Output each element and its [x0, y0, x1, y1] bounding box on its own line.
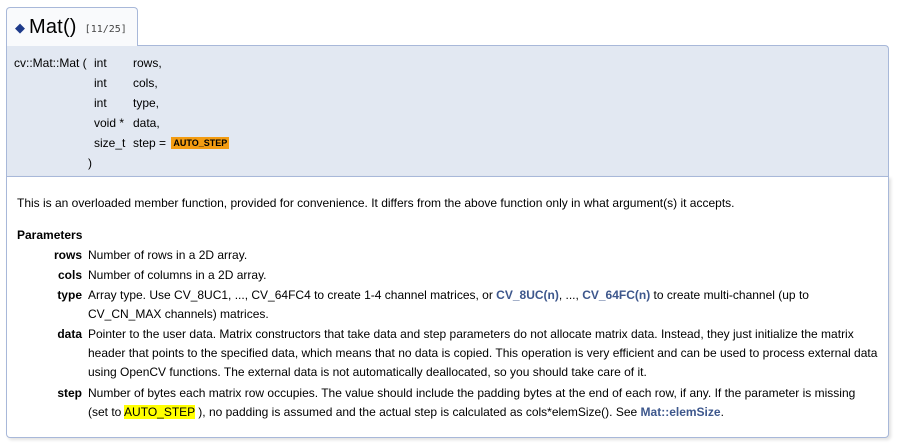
parameters-heading: Parameters — [17, 228, 83, 242]
param-type: size_t — [94, 136, 126, 150]
param-label: cols — [57, 268, 82, 282]
param-name: data, — [133, 116, 160, 130]
close-paren: ) — [88, 156, 92, 170]
overload-counter: [11/25] — [84, 23, 127, 35]
param-type: void * — [94, 116, 125, 130]
auto-step-link[interactable]: AUTO_STEP — [171, 137, 230, 149]
overload-note: This is an overloaded member function, p… — [17, 196, 735, 210]
cv-64fc-link[interactable]: CV_64FC(n) — [582, 288, 650, 302]
desc-text: ), no padding is assumed and the actual … — [194, 405, 641, 419]
param-description: Number of rows in a 2D array. — [88, 248, 248, 262]
function-name: cv::Mat::Mat ( — [14, 56, 87, 70]
desc-text: Array type. Use CV_8UC1, ..., CV_64FC4 t… — [88, 288, 497, 302]
param-type: int — [94, 96, 107, 110]
member-title: Mat() — [29, 15, 77, 38]
param-name: rows, — [133, 56, 162, 70]
param-description: Number of columns in a 2D array. — [88, 268, 267, 282]
member-heading-tab: ◆ Mat() [11/25] — [6, 7, 138, 46]
prototype-row-cols: int cols, — [7, 73, 888, 93]
member-documentation: This is an overloaded member function, p… — [6, 176, 889, 438]
prototype-row-data: void * data, — [7, 113, 888, 133]
prototype-row-step: size_t step = AUTO_STEP — [7, 133, 888, 153]
param-name: cols, — [133, 76, 158, 90]
param-type: int — [94, 56, 107, 70]
param-description: Pointer to the user data. Matrix constru… — [88, 327, 878, 379]
elemsize-link[interactable]: Mat::elemSize — [641, 405, 721, 419]
function-prototype: cv::Mat::Mat ( int rows, int cols, int t… — [6, 45, 889, 177]
prototype-row-close: ) — [7, 153, 888, 173]
param-description: Number of bytes each matrix row occupies… — [88, 384, 878, 422]
prototype-row-rows: cv::Mat::Mat ( int rows, — [7, 53, 888, 73]
param-label: rows — [53, 248, 82, 262]
param-name-text: step = — [133, 136, 170, 150]
diamond-icon: ◆ — [15, 19, 25, 35]
param-type: int — [94, 76, 107, 90]
auto-step-highlight: AUTO_STEP — [124, 405, 195, 419]
param-label: step — [57, 386, 82, 400]
param-label: data — [57, 327, 82, 341]
desc-text: , ..., — [558, 288, 583, 302]
prototype-row-type: int type, — [7, 93, 888, 113]
param-name: type, — [133, 96, 160, 110]
desc-text: . — [720, 405, 724, 419]
cv-8uc-link[interactable]: CV_8UC(n) — [496, 288, 559, 302]
param-name: step = AUTO_STEP — [133, 133, 230, 153]
param-description: Array type. Use CV_8UC1, ..., CV_64FC4 t… — [88, 286, 878, 324]
param-label: type — [57, 288, 82, 302]
